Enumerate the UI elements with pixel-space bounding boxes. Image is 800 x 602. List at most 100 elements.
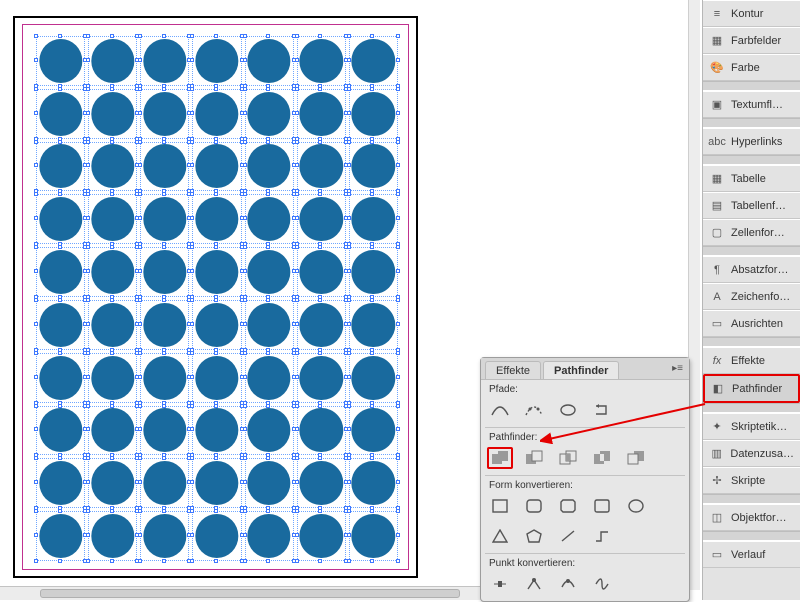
pathfinder-exclude-button[interactable] — [589, 447, 615, 469]
selection-handle[interactable] — [347, 216, 351, 220]
grid-cell[interactable] — [36, 194, 85, 244]
circle-shape[interactable] — [300, 514, 343, 558]
circle-shape[interactable] — [91, 39, 134, 83]
panel-kontur[interactable]: ≡Kontur — [703, 0, 800, 27]
selection-handle[interactable] — [138, 533, 142, 537]
circle-shape[interactable] — [195, 514, 238, 558]
selection-handle[interactable] — [347, 245, 351, 249]
selection-handle[interactable] — [347, 192, 351, 196]
shape-line-button[interactable] — [555, 525, 581, 547]
selection-handle[interactable] — [295, 351, 299, 355]
selection-handle[interactable] — [347, 404, 351, 408]
circle-shape[interactable] — [352, 92, 395, 136]
selection-handle[interactable] — [266, 298, 270, 302]
selection-handle[interactable] — [162, 192, 166, 196]
circle-shape[interactable] — [247, 92, 290, 136]
grid-cell[interactable] — [297, 142, 346, 192]
grid-cell[interactable] — [245, 300, 294, 350]
selection-handle[interactable] — [243, 480, 247, 484]
grid-cell[interactable] — [192, 194, 241, 244]
pathfinder-panel[interactable]: Effekte Pathfinder ▸≡ Pfade: Pathfinder:… — [480, 357, 690, 602]
circle-shape[interactable] — [91, 197, 134, 241]
selection-handle[interactable] — [34, 34, 38, 38]
selection-handle[interactable] — [34, 245, 38, 249]
selection-handle[interactable] — [138, 559, 142, 563]
grid-cell[interactable] — [349, 511, 398, 561]
selection-handle[interactable] — [110, 509, 114, 513]
selection-handle[interactable] — [396, 34, 400, 38]
selection-handle[interactable] — [295, 375, 299, 379]
grid-cell[interactable] — [88, 406, 137, 456]
selection-handle[interactable] — [370, 87, 374, 91]
selection-handle[interactable] — [190, 111, 194, 115]
selection-handle[interactable] — [58, 192, 62, 196]
selection-handle[interactable] — [162, 34, 166, 38]
selection-handle[interactable] — [243, 533, 247, 537]
grid-cell[interactable] — [140, 36, 189, 86]
selection-handle[interactable] — [190, 269, 194, 273]
selection-handle[interactable] — [295, 533, 299, 537]
grid-cell[interactable] — [140, 247, 189, 297]
selection-handle[interactable] — [162, 509, 166, 513]
selection-handle[interactable] — [266, 87, 270, 91]
reverse-path-button[interactable] — [589, 399, 615, 421]
shape-ellipse-button[interactable] — [623, 495, 649, 517]
selection-handle[interactable] — [266, 404, 270, 408]
selection-handle[interactable] — [138, 111, 142, 115]
circle-shape[interactable] — [39, 145, 82, 189]
circle-shape[interactable] — [91, 461, 134, 505]
selection-handle[interactable] — [138, 322, 142, 326]
grid-cell[interactable] — [192, 458, 241, 508]
grid-cell[interactable] — [88, 511, 137, 561]
selection-handle[interactable] — [34, 427, 38, 431]
selection-handle[interactable] — [190, 559, 194, 563]
selection-handle[interactable] — [243, 559, 247, 563]
selection-handle[interactable] — [214, 559, 218, 563]
grid-cell[interactable] — [192, 353, 241, 403]
circle-shape[interactable] — [143, 39, 186, 83]
selection-handle[interactable] — [318, 140, 322, 144]
grid-cell[interactable] — [297, 300, 346, 350]
grid-cell[interactable] — [297, 458, 346, 508]
selection-handle[interactable] — [243, 509, 247, 513]
grid-cell[interactable] — [192, 36, 241, 86]
circle-shape[interactable] — [91, 145, 134, 189]
circle-shape[interactable] — [247, 514, 290, 558]
grid-cell[interactable] — [297, 89, 346, 139]
circle-shape[interactable] — [39, 514, 82, 558]
selection-handle[interactable] — [214, 192, 218, 196]
grid-cell[interactable] — [88, 142, 137, 192]
selection-handle[interactable] — [190, 58, 194, 62]
selection-handle[interactable] — [138, 456, 142, 460]
selection-handle[interactable] — [34, 58, 38, 62]
selection-handle[interactable] — [370, 298, 374, 302]
selection-handle[interactable] — [138, 298, 142, 302]
circle-shape[interactable] — [143, 250, 186, 294]
selection-handle[interactable] — [243, 427, 247, 431]
circle-shape[interactable] — [195, 197, 238, 241]
selection-handle[interactable] — [34, 351, 38, 355]
circle-shape[interactable] — [247, 145, 290, 189]
grid-cell[interactable] — [36, 142, 85, 192]
selection-handle[interactable] — [396, 533, 400, 537]
selection-handle[interactable] — [266, 559, 270, 563]
selection-handle[interactable] — [34, 111, 38, 115]
selection-handle[interactable] — [162, 456, 166, 460]
selection-handle[interactable] — [214, 245, 218, 249]
selection-handle[interactable] — [86, 456, 90, 460]
selection-handle[interactable] — [318, 404, 322, 408]
selection-handle[interactable] — [370, 192, 374, 196]
selection-handle[interactable] — [370, 140, 374, 144]
point-symmetric-button[interactable] — [589, 573, 615, 595]
selection-handle[interactable] — [190, 163, 194, 167]
grid-cell[interactable] — [297, 247, 346, 297]
grid-cell[interactable] — [36, 89, 85, 139]
panel-skripte[interactable]: ✢Skripte — [703, 467, 800, 494]
selection-handle[interactable] — [295, 140, 299, 144]
shape-polygon-button[interactable] — [521, 525, 547, 547]
selection-handle[interactable] — [318, 509, 322, 513]
tab-pathfinder[interactable]: Pathfinder — [543, 361, 619, 379]
selection-handle[interactable] — [110, 34, 114, 38]
selection-handle[interactable] — [86, 192, 90, 196]
circle-shape[interactable] — [300, 92, 343, 136]
